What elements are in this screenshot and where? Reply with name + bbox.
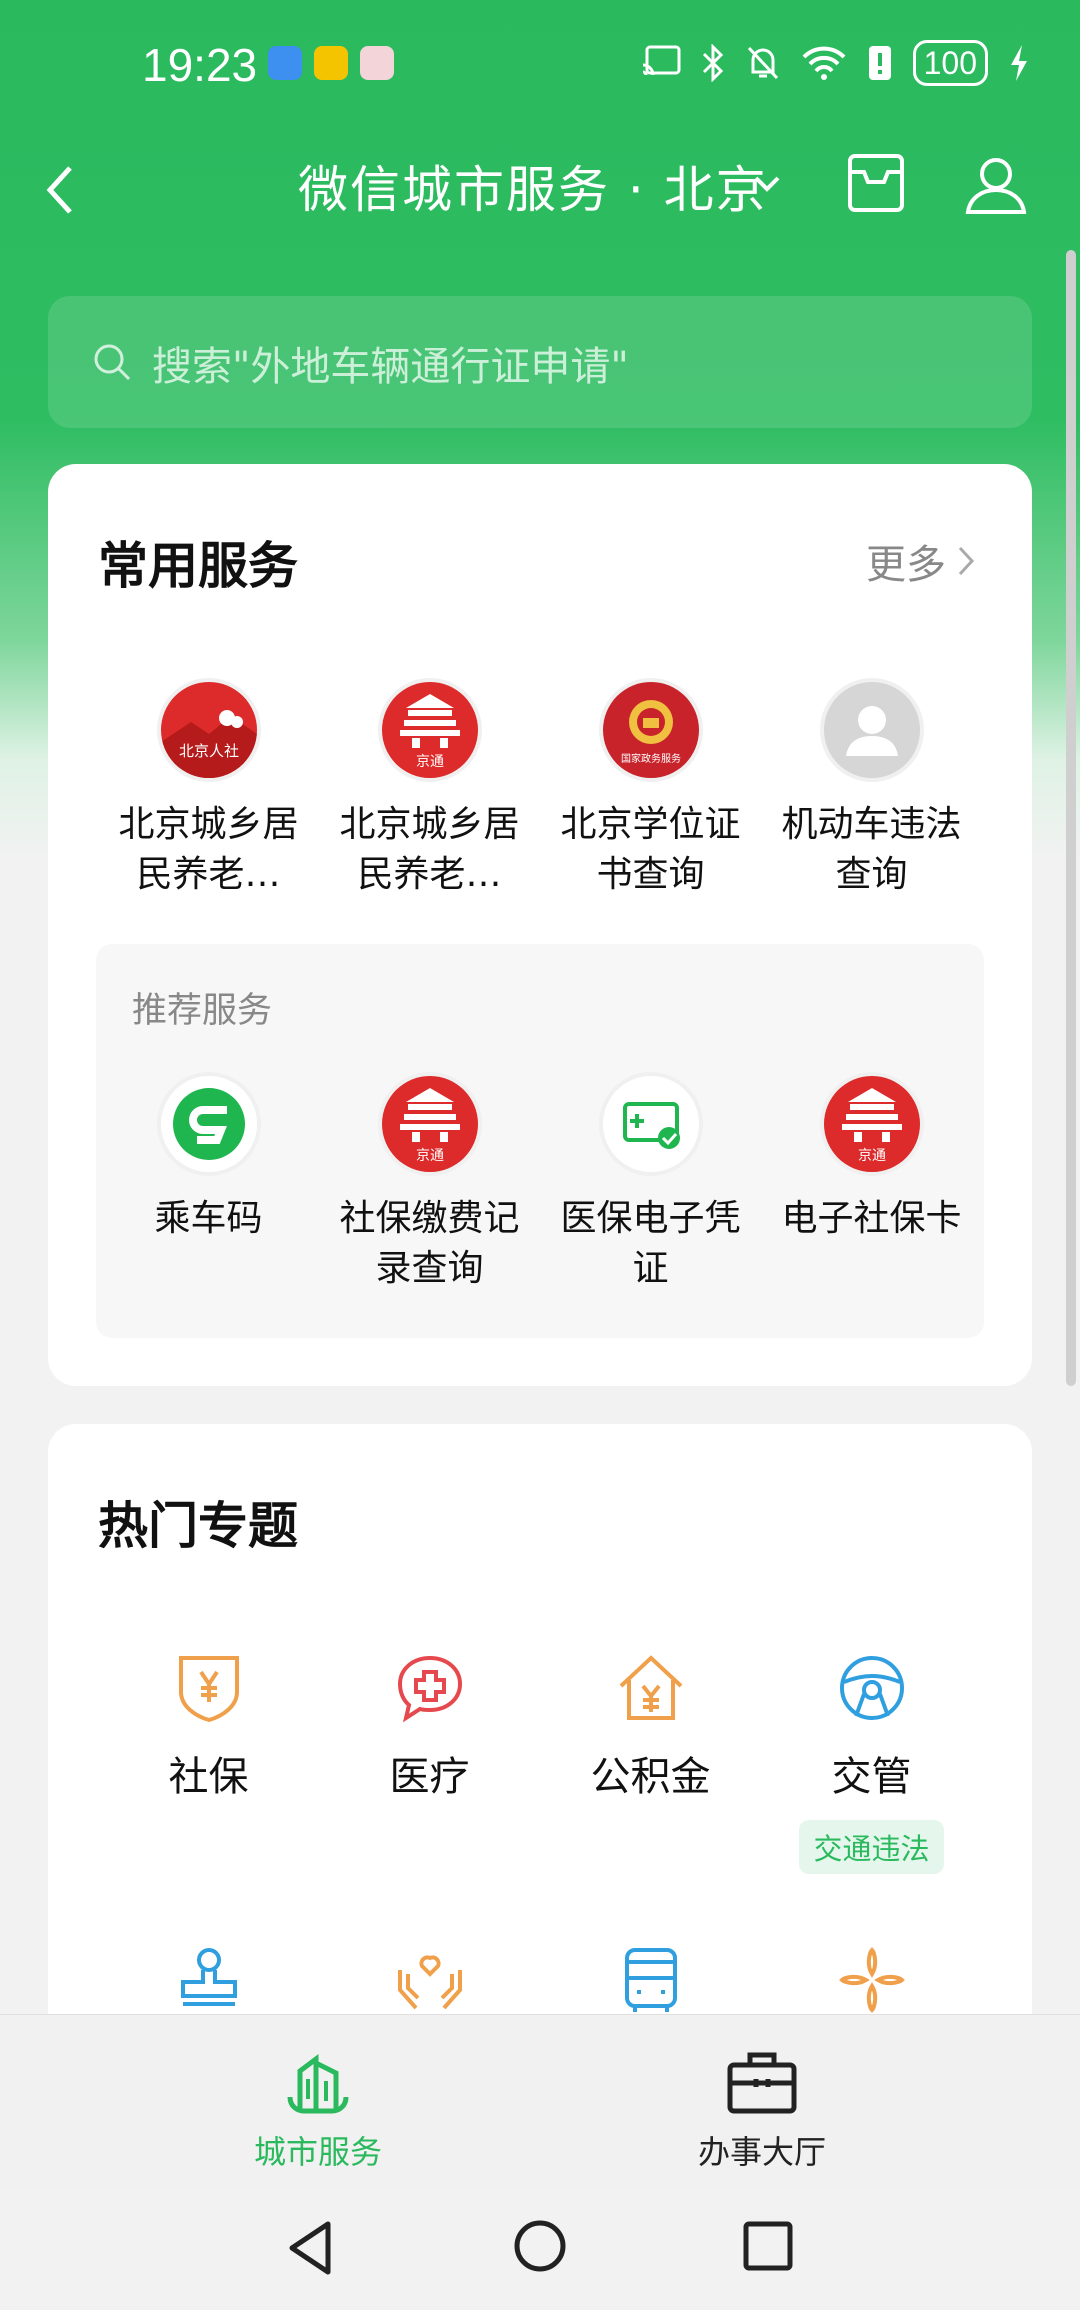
service-label: 社保缴费记 录查询 xyxy=(339,1198,520,1289)
topic-label: 交管 xyxy=(831,1754,912,1800)
service-label: 北京城乡居 民养老… xyxy=(118,804,299,895)
default-avatar-logo xyxy=(823,682,920,778)
inbox-icon[interactable] xyxy=(846,152,906,214)
tab-city-services[interactable]: 城市服务 xyxy=(208,2049,428,2173)
cast-icon xyxy=(642,45,681,76)
service-label: 北京城乡居 民养老… xyxy=(339,804,520,895)
service-label: 电子社保卡 xyxy=(781,1198,962,1239)
more-label: 更多 xyxy=(866,542,946,588)
back-arrow-icon[interactable] xyxy=(40,160,80,220)
house-yen-icon xyxy=(619,1655,682,1720)
jingtong-logo: 京通 xyxy=(381,1076,478,1172)
topic-item[interactable]: 社保 xyxy=(98,1652,319,1874)
recommended-grid: 乘车码 京通 社保缴费记 录查询 医保电子凭 证 京通 电子社保卡 xyxy=(98,1076,982,1294)
notification-icons xyxy=(268,46,394,80)
topic-item[interactable]: 医疗 xyxy=(319,1652,540,1874)
chevron-right-icon xyxy=(958,546,975,576)
more-link[interactable]: 更多 xyxy=(866,532,976,590)
medical-insurance-logo xyxy=(602,1076,699,1172)
sim-alert-icon xyxy=(868,46,891,80)
svg-text:京通: 京通 xyxy=(416,1148,444,1164)
recommended-title: 推荐服务 xyxy=(132,991,273,1031)
tab-label: 城市服务 xyxy=(253,2133,382,2171)
service-item[interactable]: 京通 北京城乡居 民养老… xyxy=(319,682,540,900)
common-services-title: 常用服务 xyxy=(98,537,298,595)
jingtong-logo: 京通 xyxy=(823,1076,920,1172)
hot-topics-title: 热门专题 xyxy=(98,1497,298,1555)
hands-heart-icon xyxy=(397,1955,462,2010)
battery-indicator: 100 xyxy=(912,40,988,86)
service-label: 医保电子凭 证 xyxy=(560,1198,741,1289)
steering-wheel-icon xyxy=(839,1656,904,1720)
system-back-icon[interactable] xyxy=(284,2218,336,2278)
svg-text:京通: 京通 xyxy=(416,754,444,770)
service-item[interactable]: 机动车违法 查询 xyxy=(761,682,982,900)
hot-topics-card: 热门专题 社保 医疗 公积金 交管 交通违法 xyxy=(48,1424,1032,2064)
svg-text:北京人社: 北京人社 xyxy=(178,742,238,760)
topic-item[interactable]: 交管 交通违法 xyxy=(761,1652,982,1874)
system-status-icons: 100 xyxy=(641,40,1030,86)
city-title[interactable]: 微信城市服务 · 北京 xyxy=(298,150,768,222)
topic-item[interactable]: 公积金 xyxy=(540,1652,761,1874)
topic-label: 公积金 xyxy=(590,1754,711,1800)
service-item[interactable]: 乘车码 xyxy=(98,1076,319,1294)
service-item[interactable]: 京通 电子社保卡 xyxy=(761,1076,982,1294)
recommended-section: 推荐服务 乘车码 京通 社保缴费记 录查询 医保电子凭 证 京通 电子社保卡 xyxy=(96,944,984,1338)
common-services-grid: 北京人社 北京城乡居 民养老… 京通 北京城乡居 民养老… 国家政务服务 北京学… xyxy=(98,682,982,900)
city-buildings-icon xyxy=(287,2054,349,2114)
service-item[interactable]: 国家政务服务 北京学位证 书查询 xyxy=(540,682,761,900)
status-time: 19:23 xyxy=(142,39,258,91)
search-placeholder: 搜索"外地车辆通行证申请" xyxy=(152,344,629,390)
tab-service-hall[interactable]: 办事大厅 xyxy=(652,2049,872,2173)
jingtong-logo: 京通 xyxy=(381,682,478,778)
chevron-down-icon[interactable] xyxy=(752,174,782,194)
hot-topics-grid-row2 xyxy=(98,1944,982,2016)
service-label: 机动车违法 查询 xyxy=(781,804,962,895)
stamp-icon xyxy=(180,1948,237,2006)
beijing-hrss-logo: 北京人社 xyxy=(160,682,257,778)
shield-yen-icon xyxy=(178,1656,239,1723)
clover-icon xyxy=(838,1947,905,2013)
medical-cross-icon xyxy=(397,1655,462,1723)
search-bar[interactable]: 搜索"外地车辆通行证申请" xyxy=(48,296,1032,428)
system-navigation-bar xyxy=(0,2190,1080,2310)
svg-text:国家政务服务: 国家政务服务 xyxy=(621,752,681,765)
charging-icon xyxy=(1011,45,1027,81)
topic-label: 社保 xyxy=(168,1754,249,1800)
system-home-icon[interactable] xyxy=(512,2218,568,2274)
service-label: 乘车码 xyxy=(154,1198,263,1239)
weather-app-icon xyxy=(268,46,302,80)
briefcase-icon xyxy=(727,2052,797,2114)
bottom-tab-bar: 城市服务 办事大厅 xyxy=(0,2014,1080,2191)
service-item[interactable]: 医保电子凭 证 xyxy=(540,1076,761,1294)
book-app-icon xyxy=(360,46,394,80)
svg-text:京通: 京通 xyxy=(858,1148,886,1164)
scrollbar[interactable] xyxy=(1066,250,1076,1386)
topic-item[interactable] xyxy=(761,1944,982,2016)
topic-item[interactable] xyxy=(98,1944,319,2016)
service-label: 北京学位证 书查询 xyxy=(560,804,741,895)
bus-code-logo xyxy=(160,1076,257,1172)
tab-label: 办事大厅 xyxy=(697,2133,826,2171)
system-recents-icon[interactable] xyxy=(742,2220,794,2272)
service-item[interactable]: 京通 社保缴费记 录查询 xyxy=(319,1076,540,1294)
bus-icon xyxy=(624,1948,677,2012)
weibo-app-icon xyxy=(314,46,348,80)
user-profile-icon[interactable] xyxy=(964,152,1028,216)
topic-item[interactable] xyxy=(319,1944,540,2016)
service-item[interactable]: 北京人社 北京城乡居 民养老… xyxy=(98,682,319,900)
common-services-card: 常用服务 更多 北京人社 北京城乡居 民养老… 京通 北京城乡居 民养老… 国家… xyxy=(48,464,1032,1386)
topic-label: 医疗 xyxy=(389,1754,470,1800)
bluetooth-icon xyxy=(702,44,723,82)
wifi-icon xyxy=(802,46,846,80)
hot-topics-grid: 社保 医疗 公积金 交管 交通违法 xyxy=(98,1652,982,1874)
status-bar: 19:23 100 xyxy=(0,0,1080,130)
top-nav: 微信城市服务 · 北京 xyxy=(0,130,1080,240)
search-icon xyxy=(94,344,131,381)
mute-bell-icon xyxy=(747,46,778,80)
topic-item[interactable] xyxy=(540,1944,761,2016)
national-emblem-logo: 国家政务服务 xyxy=(602,682,699,778)
topic-tag[interactable]: 交通违法 xyxy=(799,1820,944,1874)
